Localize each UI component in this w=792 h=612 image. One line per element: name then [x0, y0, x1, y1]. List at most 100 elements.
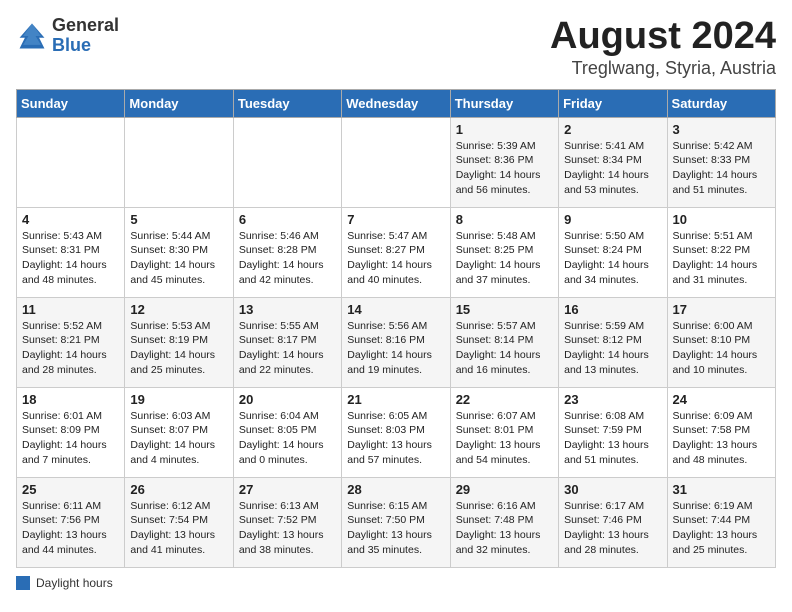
- day-cell: 29 Sunrise: 6:16 AM Sunset: 7:48 PM Dayli…: [450, 477, 558, 567]
- calendar-body: 1 Sunrise: 5:39 AM Sunset: 8:36 PM Daylig…: [17, 117, 776, 567]
- day-cell: 19 Sunrise: 6:03 AM Sunset: 8:07 PM Dayli…: [125, 387, 233, 477]
- day-info: Sunrise: 6:03 AM Sunset: 8:07 PM Dayligh…: [130, 409, 227, 468]
- day-info: Sunrise: 6:04 AM Sunset: 8:05 PM Dayligh…: [239, 409, 336, 468]
- day-number: 7: [347, 212, 444, 227]
- logo-icon: [16, 20, 48, 52]
- day-info: Sunrise: 6:19 AM Sunset: 7:44 PM Dayligh…: [673, 499, 770, 558]
- day-number: 27: [239, 482, 336, 497]
- header-cell-tuesday: Tuesday: [233, 89, 341, 117]
- day-cell: 17Sunrise: 6:00 AM Sunset: 8:10 PM Dayli…: [667, 297, 775, 387]
- day-info: Sunrise: 6:11 AM Sunset: 7:56 PM Dayligh…: [22, 499, 119, 558]
- day-info: Sunrise: 6:08 AM Sunset: 7:59 PM Dayligh…: [564, 409, 661, 468]
- day-number: 20: [239, 392, 336, 407]
- day-number: 13: [239, 302, 336, 317]
- day-info: Sunrise: 5:42 AM Sunset: 8:33 PM Dayligh…: [673, 139, 770, 198]
- day-cell: 14Sunrise: 5:56 AM Sunset: 8:16 PM Dayli…: [342, 297, 450, 387]
- week-row-3: 11Sunrise: 5:52 AM Sunset: 8:21 PM Dayli…: [17, 297, 776, 387]
- day-number: 1: [456, 122, 553, 137]
- day-cell: 23 Sunrise: 6:08 AM Sunset: 7:59 PM Dayli…: [559, 387, 667, 477]
- day-number: 18: [22, 392, 119, 407]
- day-info: Sunrise: 5:51 AM Sunset: 8:22 PM Dayligh…: [673, 229, 770, 288]
- day-number: 16: [564, 302, 661, 317]
- day-info: Sunrise: 5:39 AM Sunset: 8:36 PM Dayligh…: [456, 139, 553, 198]
- day-info: Sunrise: 5:43 AM Sunset: 8:31 PM Dayligh…: [22, 229, 119, 288]
- day-cell: [342, 117, 450, 207]
- week-row-5: 25 Sunrise: 6:11 AM Sunset: 7:56 PM Dayli…: [17, 477, 776, 567]
- day-cell: 24 Sunrise: 6:09 AM Sunset: 7:58 PM Dayli…: [667, 387, 775, 477]
- day-info: Sunrise: 5:41 AM Sunset: 8:34 PM Dayligh…: [564, 139, 661, 198]
- day-info: Sunrise: 6:07 AM Sunset: 8:01 PM Dayligh…: [456, 409, 553, 468]
- day-number: 5: [130, 212, 227, 227]
- day-number: 2: [564, 122, 661, 137]
- day-info: Sunrise: 5:59 AM Sunset: 8:12 PM Dayligh…: [564, 319, 661, 378]
- day-number: 29: [456, 482, 553, 497]
- day-number: 22: [456, 392, 553, 407]
- day-number: 6: [239, 212, 336, 227]
- day-number: 11: [22, 302, 119, 317]
- legend-box: [16, 576, 30, 590]
- day-cell: 3 Sunrise: 5:42 AM Sunset: 8:33 PM Daylig…: [667, 117, 775, 207]
- week-row-4: 18 Sunrise: 6:01 AM Sunset: 8:09 PM Dayli…: [17, 387, 776, 477]
- day-cell: 6 Sunrise: 5:46 AM Sunset: 8:28 PM Daylig…: [233, 207, 341, 297]
- day-info: Sunrise: 6:16 AM Sunset: 7:48 PM Dayligh…: [456, 499, 553, 558]
- header-cell-sunday: Sunday: [17, 89, 125, 117]
- day-cell: 12 Sunrise: 5:53 AM Sunset: 8:19 PM Dayli…: [125, 297, 233, 387]
- day-number: 9: [564, 212, 661, 227]
- day-cell: 16 Sunrise: 5:59 AM Sunset: 8:12 PM Dayli…: [559, 297, 667, 387]
- day-info: Sunrise: 6:05 AM Sunset: 8:03 PM Dayligh…: [347, 409, 444, 468]
- day-cell: 22 Sunrise: 6:07 AM Sunset: 8:01 PM Dayli…: [450, 387, 558, 477]
- day-info: Sunrise: 5:46 AM Sunset: 8:28 PM Dayligh…: [239, 229, 336, 288]
- day-cell: 27Sunrise: 6:13 AM Sunset: 7:52 PM Dayli…: [233, 477, 341, 567]
- day-cell: 2 Sunrise: 5:41 AM Sunset: 8:34 PM Daylig…: [559, 117, 667, 207]
- day-cell: 26Sunrise: 6:12 AM Sunset: 7:54 PM Dayli…: [125, 477, 233, 567]
- day-number: 21: [347, 392, 444, 407]
- day-cell: 7 Sunrise: 5:47 AM Sunset: 8:27 PM Daylig…: [342, 207, 450, 297]
- day-number: 28: [347, 482, 444, 497]
- day-cell: [233, 117, 341, 207]
- day-cell: 1 Sunrise: 5:39 AM Sunset: 8:36 PM Daylig…: [450, 117, 558, 207]
- title-area: August 2024 Treglwang, Styria, Austria: [550, 16, 776, 79]
- day-info: Sunrise: 6:09 AM Sunset: 7:58 PM Dayligh…: [673, 409, 770, 468]
- day-cell: 25 Sunrise: 6:11 AM Sunset: 7:56 PM Dayli…: [17, 477, 125, 567]
- legend-label: Daylight hours: [36, 576, 113, 590]
- header-cell-monday: Monday: [125, 89, 233, 117]
- day-number: 8: [456, 212, 553, 227]
- day-info: Sunrise: 6:17 AM Sunset: 7:46 PM Dayligh…: [564, 499, 661, 558]
- day-cell: 5Sunrise: 5:44 AM Sunset: 8:30 PM Daylig…: [125, 207, 233, 297]
- day-info: Sunrise: 6:12 AM Sunset: 7:54 PM Dayligh…: [130, 499, 227, 558]
- day-number: 25: [22, 482, 119, 497]
- day-cell: [125, 117, 233, 207]
- calendar-header: SundayMondayTuesdayWednesdayThursdayFrid…: [17, 89, 776, 117]
- day-number: 24: [673, 392, 770, 407]
- day-info: Sunrise: 6:01 AM Sunset: 8:09 PM Dayligh…: [22, 409, 119, 468]
- logo: General Blue: [16, 16, 119, 56]
- day-number: 19: [130, 392, 227, 407]
- day-cell: 18 Sunrise: 6:01 AM Sunset: 8:09 PM Dayli…: [17, 387, 125, 477]
- day-info: Sunrise: 5:48 AM Sunset: 8:25 PM Dayligh…: [456, 229, 553, 288]
- day-cell: 10 Sunrise: 5:51 AM Sunset: 8:22 PM Dayli…: [667, 207, 775, 297]
- day-cell: 31 Sunrise: 6:19 AM Sunset: 7:44 PM Dayli…: [667, 477, 775, 567]
- logo-text: General Blue: [52, 16, 119, 56]
- day-number: 31: [673, 482, 770, 497]
- day-info: Sunrise: 5:50 AM Sunset: 8:24 PM Dayligh…: [564, 229, 661, 288]
- day-cell: 20 Sunrise: 6:04 AM Sunset: 8:05 PM Dayli…: [233, 387, 341, 477]
- day-info: Sunrise: 5:47 AM Sunset: 8:27 PM Dayligh…: [347, 229, 444, 288]
- day-cell: 21 Sunrise: 6:05 AM Sunset: 8:03 PM Dayli…: [342, 387, 450, 477]
- header-row: SundayMondayTuesdayWednesdayThursdayFrid…: [17, 89, 776, 117]
- day-info: Sunrise: 5:55 AM Sunset: 8:17 PM Dayligh…: [239, 319, 336, 378]
- day-cell: 15Sunrise: 5:57 AM Sunset: 8:14 PM Dayli…: [450, 297, 558, 387]
- location: Treglwang, Styria, Austria: [550, 58, 776, 79]
- header-cell-friday: Friday: [559, 89, 667, 117]
- day-info: Sunrise: 5:53 AM Sunset: 8:19 PM Dayligh…: [130, 319, 227, 378]
- day-cell: 8 Sunrise: 5:48 AM Sunset: 8:25 PM Daylig…: [450, 207, 558, 297]
- day-cell: 11Sunrise: 5:52 AM Sunset: 8:21 PM Dayli…: [17, 297, 125, 387]
- day-number: 10: [673, 212, 770, 227]
- header-cell-wednesday: Wednesday: [342, 89, 450, 117]
- day-cell: 28Sunrise: 6:15 AM Sunset: 7:50 PM Dayli…: [342, 477, 450, 567]
- day-number: 12: [130, 302, 227, 317]
- legend: Daylight hours: [16, 576, 776, 590]
- day-number: 3: [673, 122, 770, 137]
- day-number: 14: [347, 302, 444, 317]
- header-cell-saturday: Saturday: [667, 89, 775, 117]
- day-number: 23: [564, 392, 661, 407]
